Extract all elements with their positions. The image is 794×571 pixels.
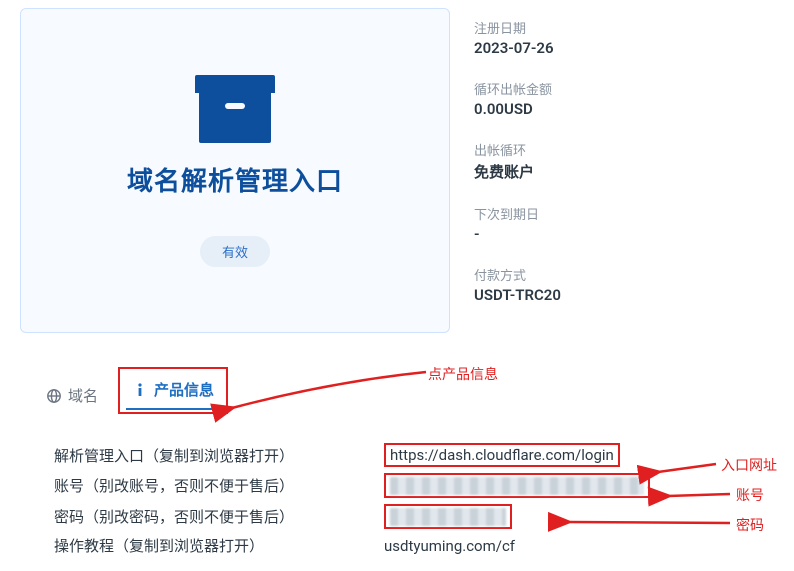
- archive-icon: [195, 75, 275, 143]
- password-label: 密码（别改密码，否则不便于售后）: [54, 506, 384, 527]
- password-value-redacted: [390, 508, 506, 526]
- highlight-box-product-tab: 产品信息: [118, 367, 228, 414]
- tab-domain-label: 域名: [68, 385, 98, 406]
- highlight-box-entry-url: https://dash.cloudflare.com/login: [384, 443, 620, 467]
- product-card: 域名解析管理入口 有效: [20, 8, 450, 333]
- loop-amount-label: 循环出帐金额: [474, 79, 561, 98]
- info-column: 注册日期 2023-07-26 循环出帐金额 0.00USD 出帐循环 免费账户…: [474, 8, 561, 333]
- entry-url-value[interactable]: https://dash.cloudflare.com/login: [390, 446, 614, 464]
- tab-product-info[interactable]: 产品信息: [126, 371, 220, 410]
- entry-url-label: 解析管理入口（复制到浏览器打开）: [54, 445, 384, 466]
- pay-method-label: 付款方式: [474, 265, 561, 284]
- loop-amount-value: 0.00USD: [474, 100, 561, 118]
- tutorial-value[interactable]: usdtyuming.com/cf: [384, 537, 515, 555]
- tabs: 域名 产品信息: [40, 367, 774, 415]
- card-title: 域名解析管理入口: [127, 161, 343, 198]
- next-due-value: -: [474, 225, 561, 243]
- pay-method-value: USDT-TRC20: [474, 286, 561, 304]
- reg-date-value: 2023-07-26: [474, 39, 561, 57]
- tab-domain[interactable]: 域名: [40, 377, 104, 414]
- next-due-label: 下次到期日: [474, 204, 561, 223]
- out-cycle-value: 免费账户: [474, 161, 561, 182]
- reg-date-label: 注册日期: [474, 18, 561, 37]
- tab-product-label: 产品信息: [154, 379, 214, 400]
- highlight-box-password: [384, 504, 512, 529]
- product-details: 解析管理入口（复制到浏览器打开） https://dash.cloudflare…: [54, 443, 774, 556]
- globe-icon: [46, 388, 62, 404]
- out-cycle-label: 出帐循环: [474, 140, 561, 159]
- status-badge: 有效: [200, 236, 270, 267]
- info-icon: [132, 382, 148, 398]
- account-label: 账号（别改账号，否则不便于售后）: [54, 475, 384, 496]
- highlight-box-account: [384, 473, 650, 498]
- account-value-redacted: [390, 477, 644, 495]
- tutorial-label: 操作教程（复制到浏览器打开）: [54, 535, 384, 556]
